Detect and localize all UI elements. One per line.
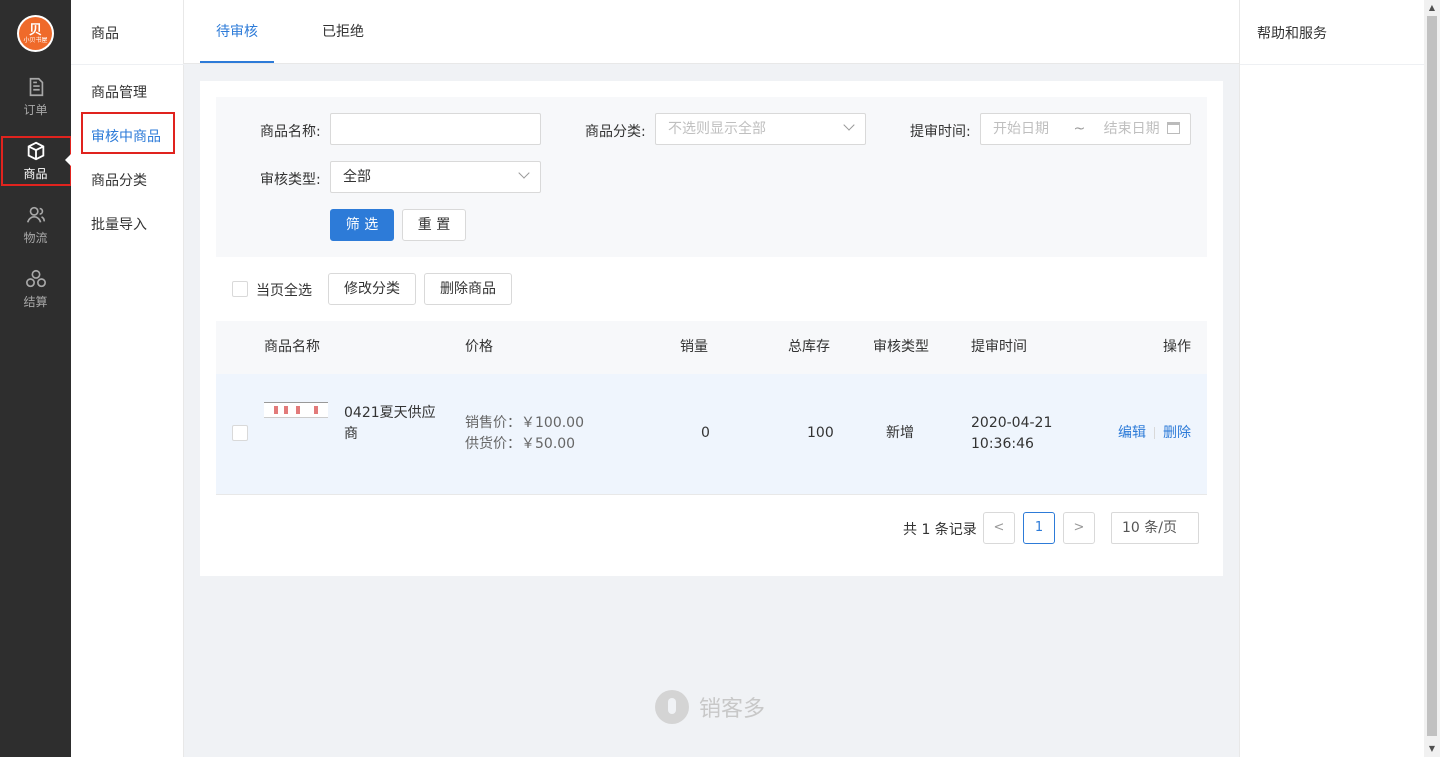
tab-rejected[interactable]: 已拒绝 <box>322 0 364 64</box>
document-icon <box>29 77 43 97</box>
submit-time: 10:36:46 <box>971 436 1034 452</box>
pagination-total: 共 1 条记录 <box>903 522 977 538</box>
logo-text: 小贝书屋 <box>23 36 48 44</box>
subnav-item-under-review[interactable]: 审核中商品 <box>91 126 161 146</box>
help-divider <box>1240 64 1425 65</box>
submit-date: 2020-04-21 <box>971 415 1053 431</box>
reset-button[interactable]: 重 置 <box>402 209 466 241</box>
content-card: 商品名称: 商品分类: 不选则显示全部 提审时间: 开始日期 ~ 结束日期 审核… <box>200 81 1223 576</box>
sale-price: 销售价：￥100.00 <box>465 415 584 431</box>
scroll-thumb[interactable] <box>1427 16 1437 736</box>
filter-button[interactable]: 筛 选 <box>330 209 394 241</box>
subnav-item-product-category[interactable]: 商品分类 <box>91 170 147 190</box>
column-header: 提审时间 <box>971 339 1027 355</box>
end-date-placeholder[interactable]: 结束日期 <box>1104 121 1160 137</box>
prev-page-button[interactable]: < <box>983 512 1015 544</box>
rail-item-label: 结算 <box>23 295 48 309</box>
product-name-input[interactable] <box>330 113 541 145</box>
select-all-label[interactable]: 当页全选 <box>256 280 312 300</box>
page-size-value: 10 条/页 <box>1122 520 1177 536</box>
logo-badge: 贝 小贝书屋 <box>19 17 52 50</box>
settle-icon <box>25 269 46 288</box>
rail-item-label: 物流 <box>23 231 48 245</box>
rail-item-label: 订单 <box>23 103 48 117</box>
watermark-logo-icon <box>655 690 689 724</box>
sales-count: 0 <box>701 425 710 441</box>
brand-logo[interactable]: 贝 小贝书屋 <box>17 15 54 52</box>
watermark-text: 销客多 <box>699 697 766 722</box>
review-type-value: 全部 <box>343 169 371 185</box>
product-category-label: 商品分类: <box>585 124 646 140</box>
rail-item-logistics[interactable]: 物流 <box>0 200 71 250</box>
chevron-down-icon <box>518 167 530 179</box>
product-name-label: 商品名称: <box>260 124 321 140</box>
category-placeholder: 不选则显示全部 <box>668 121 766 137</box>
column-header: 总库存 <box>788 339 830 355</box>
review-type-select[interactable]: 全部 <box>330 161 541 193</box>
page-number-button[interactable]: 1 <box>1023 512 1055 544</box>
subnav-divider <box>71 64 184 65</box>
table-header: 商品名称 价格 销量 总库存 审核类型 提审时间 操作 <box>216 321 1207 374</box>
select-all-checkbox[interactable] <box>232 281 248 297</box>
help-panel: 帮助和服务 <box>1239 0 1425 757</box>
page-size-select[interactable]: 10 条/页 <box>1111 512 1199 544</box>
filter-panel: 商品名称: 商品分类: 不选则显示全部 提审时间: 开始日期 ~ 结束日期 审核… <box>216 97 1207 257</box>
help-title[interactable]: 帮助和服务 <box>1257 23 1327 43</box>
submit-time-label: 提审时间: <box>910 124 971 140</box>
active-highlight-box <box>1 136 72 186</box>
page-scrollbar[interactable]: ▲ ▼ <box>1424 0 1440 757</box>
brand-watermark: 销客多 <box>655 690 765 724</box>
tab-active-indicator <box>200 61 274 63</box>
row-checkbox[interactable] <box>232 425 248 441</box>
product-name-line2[interactable]: 商 <box>344 424 358 445</box>
date-range-picker[interactable]: 开始日期 ~ 结束日期 <box>980 113 1191 145</box>
table-row: 0421夏天供应 商 销售价：￥100.00 供货价：￥50.00 0 100 … <box>216 374 1207 495</box>
chevron-down-icon <box>843 119 855 131</box>
subnav-title: 商品 <box>91 26 119 42</box>
logo-mark: 贝 <box>28 22 42 38</box>
column-header: 价格 <box>465 339 493 355</box>
column-header: 操作 <box>1163 339 1191 355</box>
status-tabs: 待审核 已拒绝 <box>184 0 1239 64</box>
tab-pending-review[interactable]: 待审核 <box>216 0 258 64</box>
calendar-icon <box>1167 122 1180 134</box>
delete-products-button[interactable]: 删除商品 <box>424 273 512 305</box>
rail-item-settlement[interactable]: 结算 <box>0 264 71 314</box>
next-page-button[interactable]: > <box>1063 512 1095 544</box>
rail-item-products[interactable]: 商品 <box>0 136 72 186</box>
stock-count: 100 <box>807 425 834 441</box>
subnav-item-bulk-import[interactable]: 批量导入 <box>91 214 147 234</box>
change-category-button[interactable]: 修改分类 <box>328 273 416 305</box>
rail-item-orders[interactable]: 订单 <box>0 72 71 122</box>
main-nav-rail: 贝 小贝书屋 订单 商品 物流 结算 <box>0 0 72 757</box>
scroll-up-icon[interactable]: ▲ <box>1424 0 1440 16</box>
product-category-select[interactable]: 不选则显示全部 <box>655 113 866 145</box>
delete-link[interactable]: 删除 <box>1163 425 1191 441</box>
sub-navigation: 商品 商品管理 审核中商品 商品分类 批量导入 <box>71 0 184 757</box>
product-name-line1[interactable]: 0421夏天供应 <box>344 403 436 424</box>
row-actions: 编辑 删除 <box>1118 423 1191 444</box>
people-icon <box>26 206 45 223</box>
scroll-down-icon[interactable]: ▼ <box>1424 741 1440 757</box>
action-separator <box>1154 427 1155 439</box>
review-type: 新增 <box>886 425 914 441</box>
date-range-separator: ~ <box>1073 121 1086 137</box>
column-header: 商品名称 <box>264 339 320 355</box>
review-type-label: 审核类型: <box>260 172 321 188</box>
subnav-item-product-management[interactable]: 商品管理 <box>91 82 147 102</box>
column-header: 审核类型 <box>873 339 929 355</box>
start-date-placeholder[interactable]: 开始日期 <box>993 121 1049 137</box>
edit-link[interactable]: 编辑 <box>1118 425 1146 441</box>
column-header: 销量 <box>680 339 708 355</box>
product-thumbnail[interactable] <box>264 402 328 418</box>
supply-price: 供货价：￥50.00 <box>465 436 576 452</box>
